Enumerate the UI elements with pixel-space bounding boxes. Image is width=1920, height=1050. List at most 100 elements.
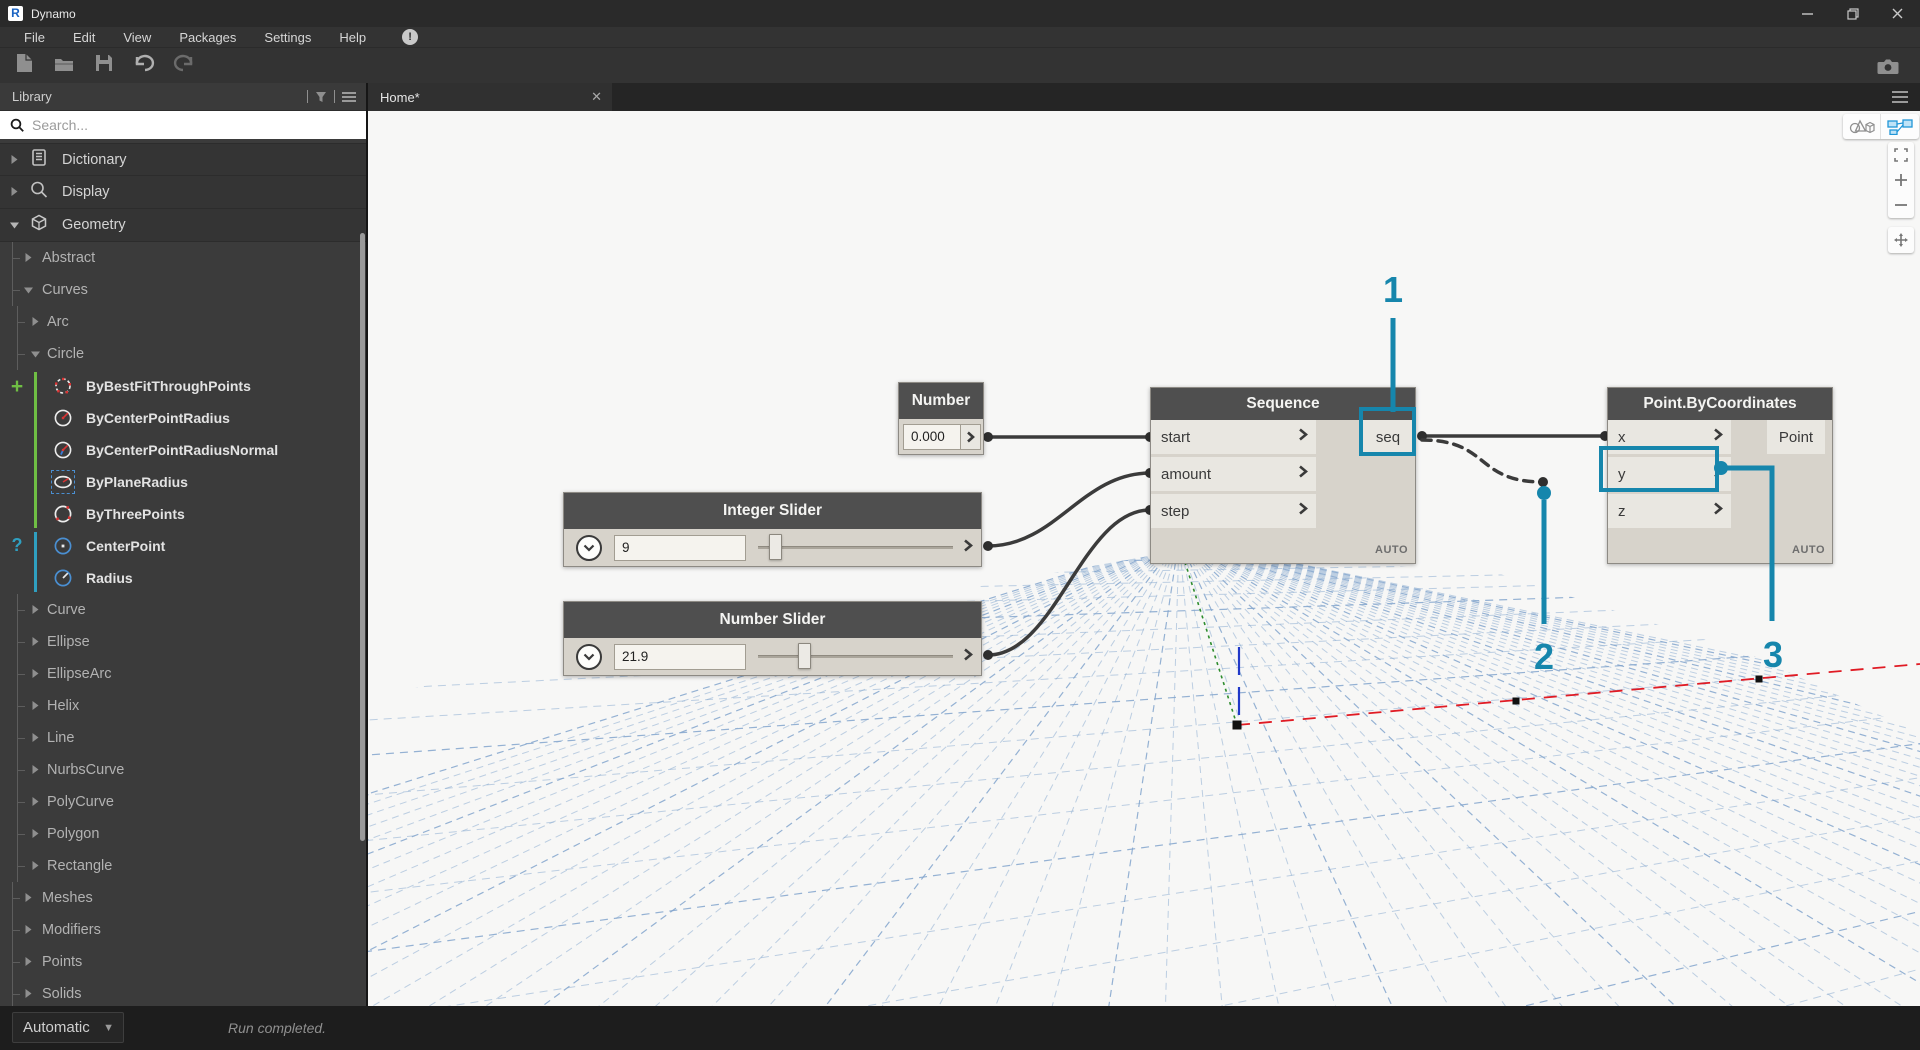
pan-button[interactable] — [1888, 227, 1914, 253]
sidebar-item-line[interactable]: Line — [0, 722, 366, 754]
sidebar-item-abstract[interactable]: Abstract — [0, 242, 366, 274]
graph-canvas[interactable]: 123 Number 0.000 Integer Slider 9 Number… — [368, 111, 1920, 1006]
output-port-point[interactable]: Point — [1767, 420, 1825, 454]
sidebar-item-curves[interactable]: Curves — [0, 274, 366, 306]
slider-track[interactable] — [758, 655, 953, 658]
new-button[interactable] — [10, 52, 38, 80]
sidebar-item-ellipse[interactable]: Ellipse — [0, 626, 366, 658]
chevron-right-icon[interactable] — [31, 729, 39, 747]
slider-value-input[interactable]: 21.9 — [614, 643, 746, 670]
menu-help[interactable]: Help — [325, 30, 380, 45]
redo-button[interactable] — [170, 52, 198, 80]
graph-view-button[interactable] — [1881, 114, 1919, 139]
node-number[interactable]: Number 0.000 — [898, 382, 984, 455]
chevron-right-icon[interactable] — [24, 953, 32, 971]
slider-handle[interactable] — [769, 534, 782, 560]
sidebar-item-nurbscurve[interactable]: NurbsCurve — [0, 754, 366, 786]
menu-view[interactable]: View — [109, 30, 165, 45]
value-input[interactable]: 0.000 — [903, 423, 961, 450]
menu-edit[interactable]: Edit — [59, 30, 109, 45]
sidebar-item-bythreepoints[interactable]: ByThreePoints — [0, 498, 366, 530]
sidebar-item-byplaneradius[interactable]: ByPlaneRadius — [0, 466, 366, 498]
output-port[interactable] — [961, 423, 981, 450]
node-integer-slider[interactable]: Integer Slider 9 — [563, 492, 982, 567]
sidebar-item-radius[interactable]: Radius — [0, 562, 366, 594]
open-button[interactable] — [50, 52, 78, 80]
sidebar-item-dictionary[interactable]: Dictionary — [0, 143, 366, 176]
sidebar-item-polygon[interactable]: Polygon — [0, 818, 366, 850]
sidebar-item-bycenterpointradius[interactable]: ByCenterPointRadius — [0, 402, 366, 434]
menu-file[interactable]: File — [10, 30, 59, 45]
undo-button[interactable] — [130, 52, 158, 80]
sidebar-item-modifiers[interactable]: Modifiers — [0, 914, 366, 946]
output-port[interactable] — [963, 539, 974, 557]
wire[interactable] — [1420, 438, 1545, 484]
chevron-right-icon[interactable] — [31, 857, 39, 875]
chevron-right-icon[interactable] — [24, 889, 32, 907]
chevron-right-icon[interactable] — [31, 633, 39, 651]
input-port-step[interactable]: step — [1151, 494, 1316, 528]
chevron-down-icon[interactable] — [24, 281, 33, 299]
tabbar-menu-icon[interactable] — [1892, 91, 1908, 103]
sidebar-item-centerpoint[interactable]: CenterPoint — [0, 530, 366, 562]
chevron-down-icon[interactable] — [31, 345, 40, 363]
sidebar-item-ellipsearc[interactable]: EllipseArc — [0, 658, 366, 690]
chevron-right-icon[interactable] — [31, 665, 39, 683]
sidebar-item-points[interactable]: Points — [0, 946, 366, 978]
sidebar-item-curve[interactable]: Curve — [0, 594, 366, 626]
minimize-button[interactable] — [1785, 0, 1830, 27]
chevron-right-icon[interactable] — [31, 793, 39, 811]
slider-handle[interactable] — [798, 643, 811, 669]
chevron-right-icon[interactable] — [10, 183, 18, 201]
slider-value-input[interactable]: 9 — [614, 534, 746, 561]
chevron-right-icon[interactable] — [31, 601, 39, 619]
slider-options-button[interactable] — [576, 534, 602, 561]
sidebar-item-arc[interactable]: Arc — [0, 306, 366, 338]
menu-settings[interactable]: Settings — [250, 30, 325, 45]
input-port-start[interactable]: start — [1151, 420, 1316, 454]
slider-track[interactable] — [758, 546, 953, 549]
sidebar-item-circle[interactable]: Circle — [0, 338, 366, 370]
node-title[interactable]: Number Slider — [564, 602, 981, 638]
sidebar-item-polycurve[interactable]: PolyCurve — [0, 786, 366, 818]
sidebar-item-rectangle[interactable]: Rectangle — [0, 850, 366, 882]
wire[interactable] — [986, 471, 1152, 548]
sidebar-item-geometry[interactable]: Geometry — [0, 209, 366, 242]
tab-close-icon[interactable]: ✕ — [591, 89, 602, 105]
node-title[interactable]: Number — [899, 383, 983, 419]
library-menu-icon[interactable] — [342, 91, 356, 103]
node-title[interactable]: Integer Slider — [564, 493, 981, 529]
close-button[interactable] — [1875, 0, 1920, 27]
tab-home[interactable]: Home* ✕ — [368, 83, 612, 111]
sidebar-item-display[interactable]: Display — [0, 176, 366, 209]
search-input[interactable] — [32, 117, 366, 133]
chevron-right-icon[interactable] — [24, 249, 32, 267]
fit-view-button[interactable] — [1888, 142, 1914, 167]
notifications-icon[interactable]: ! — [402, 29, 419, 45]
chevron-right-icon[interactable] — [10, 151, 18, 169]
sidebar-item-solids[interactable]: Solids — [0, 978, 366, 1006]
save-button[interactable] — [90, 52, 118, 80]
export-image-button[interactable] — [1874, 52, 1902, 80]
chevron-right-icon[interactable] — [24, 921, 32, 939]
chevron-right-icon[interactable] — [24, 985, 32, 1003]
library-scrollbar[interactable] — [360, 233, 365, 841]
chevron-right-icon[interactable] — [31, 313, 39, 331]
node-number-slider[interactable]: Number Slider 21.9 — [563, 601, 982, 676]
wire[interactable] — [986, 508, 1152, 657]
output-port[interactable] — [963, 648, 974, 666]
filter-icon[interactable] — [315, 91, 327, 103]
sidebar-item-meshes[interactable]: Meshes — [0, 882, 366, 914]
sidebar-item-helix[interactable]: Helix — [0, 690, 366, 722]
zoom-out-button[interactable] — [1888, 193, 1914, 218]
chevron-right-icon[interactable] — [31, 761, 39, 779]
sidebar-item-bybestfitthroughpoints[interactable]: ByBestFitThroughPoints — [0, 370, 366, 402]
run-mode-select[interactable]: Automatic ▼ — [12, 1012, 124, 1043]
slider-options-button[interactable] — [576, 643, 602, 670]
chevron-right-icon[interactable] — [31, 825, 39, 843]
sidebar-item-bycenterpointradiusnormal[interactable]: ByCenterPointRadiusNormal — [0, 434, 366, 466]
geometry-view-button[interactable] — [1843, 114, 1881, 139]
input-port-z[interactable]: z — [1608, 494, 1731, 528]
chevron-right-icon[interactable] — [31, 697, 39, 715]
node-title[interactable]: Point.ByCoordinates — [1608, 388, 1832, 420]
